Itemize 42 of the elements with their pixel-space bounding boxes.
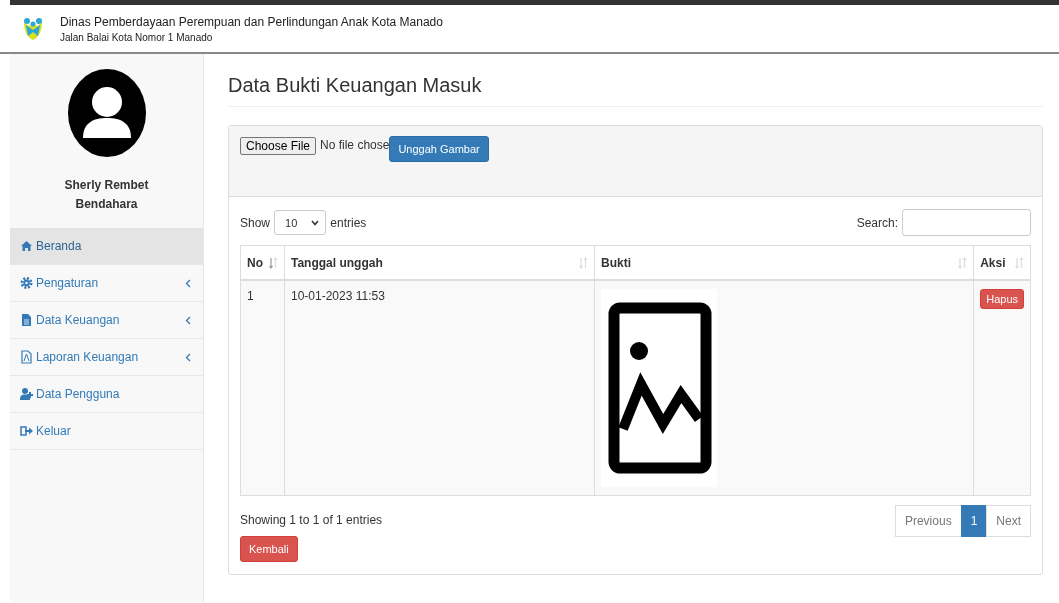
sort-icon [579,256,588,269]
sidebar-item[interactable]: Data Pengguna [10,376,203,413]
sort-icon [958,256,968,269]
sidebar-item[interactable]: Beranda [10,228,203,265]
upload-button[interactable]: Unggah Gambar [389,136,489,162]
search-field[interactable] [902,209,1031,236]
table-cell: 10-01-2023 11:53 [284,280,595,496]
entries-label: entries [330,215,367,230]
pagination-button[interactable]: 1 [960,505,988,537]
sidebar-item[interactable]: Pengaturan [10,265,203,302]
exit-icon [20,424,33,438]
chevron-left-icon [185,278,191,288]
choose-file-button[interactable]: Choose File [240,137,317,155]
page-title: Data Bukti Keuangan Masuk [228,74,1043,107]
delete-button[interactable]: Hapus [980,289,1024,309]
sidebar-item[interactable]: Keluar [10,413,203,450]
chevron-down-icon [311,219,320,226]
avatar-icon [66,68,147,158]
logo-icon [22,15,44,42]
pagination-button[interactable]: Next [986,505,1031,537]
sidebar-item[interactable]: Data Keuangan [10,302,203,339]
user-role: Bendahara [75,196,138,213]
pdf-file-icon [20,350,33,364]
sort-ascending-icon [269,256,278,269]
document-icon [20,313,33,327]
gear-icon [20,276,33,290]
back-button[interactable]: Kembali [240,536,298,562]
header-address: Jalan Balai Kota Nomor 1 Manado [60,31,214,43]
user-plus-icon [20,387,33,401]
user-name: Sherly Rembet [64,177,149,194]
chevron-left-icon [185,352,191,362]
sort-icon [1015,256,1024,269]
page-size-select[interactable]: 10 [274,210,327,235]
search-label: Search: [856,215,898,230]
file-status: No file chose [320,138,390,152]
table-info: Showing 1 to 1 of 1 entries [240,512,383,527]
sidebar-item[interactable]: Laporan Keuangan [10,339,203,376]
header-title: Dinas Pemberdayaan Perempuan dan Perlindungan Anak Kota Manado [60,14,443,29]
show-label: Show [240,215,271,230]
home-icon [20,239,33,253]
table-cell: 1 [240,280,285,496]
chevron-left-icon [185,315,191,325]
